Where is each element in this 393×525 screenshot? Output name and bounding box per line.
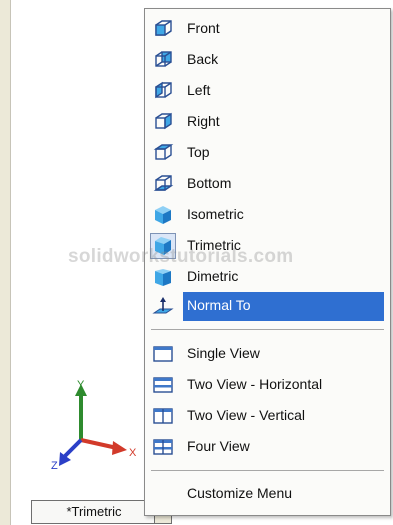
menu-item-left-label: Left — [187, 82, 211, 98]
menu-item-two-view-vertical-label: Two View - Vertical — [187, 407, 306, 423]
menu-item-single-view-label: Single View — [187, 345, 260, 361]
right-view-icon — [155, 112, 172, 130]
isometric-view-icon — [155, 206, 171, 224]
front-view-icon — [155, 20, 172, 36]
four-view-icon — [153, 439, 173, 455]
menu-item-front-label: Front — [187, 20, 220, 36]
menu-item-normal-to[interactable]: Normal To — [145, 291, 390, 321]
bottom-view-icon — [153, 175, 174, 191]
watermark-text: solidworkstutorials.com — [68, 246, 294, 267]
menu-item-back-label: Back — [187, 51, 219, 67]
menu-item-four-view-label: Four View — [187, 438, 250, 454]
back-view-icon — [155, 51, 172, 67]
menu-item-back[interactable]: Back — [145, 45, 390, 74]
top-view-icon — [153, 144, 174, 160]
menu-separator — [151, 470, 384, 471]
triad-x-label: X — [129, 447, 137, 459]
menu-item-isometric-label: Isometric — [187, 206, 244, 222]
menu-item-bottom-label: Bottom — [187, 175, 232, 191]
menu-item-right-label: Right — [187, 113, 220, 129]
normal-to-icon — [152, 297, 174, 314]
menu-item-front[interactable]: Front — [145, 14, 390, 43]
triad-y-label: Y — [77, 379, 85, 391]
menu-item-two-view-horizontal[interactable]: Two View - Horizontal — [145, 370, 390, 399]
menu-item-single-view[interactable]: Single View — [145, 339, 390, 368]
view-tab-trimetric[interactable]: *Trimetric — [31, 500, 157, 524]
menu-item-top-label: Top — [187, 144, 210, 160]
menu-item-two-view-horizontal-label: Two View - Horizontal — [187, 376, 323, 392]
menu-item-customize-menu-label: Customize Menu — [187, 485, 293, 501]
single-view-icon — [153, 346, 173, 362]
menu-item-four-view[interactable]: Four View — [145, 432, 390, 461]
dimetric-view-icon — [155, 269, 171, 286]
menu-item-bottom[interactable]: Bottom — [145, 169, 390, 198]
menu-item-top[interactable]: Top — [145, 138, 390, 167]
left-view-icon — [155, 81, 172, 99]
two-view-vertical-icon — [153, 408, 173, 424]
menu-separator — [151, 329, 384, 330]
menu-item-normal-to-label: Normal To — [187, 297, 251, 313]
reference-triad: Y X Z — [51, 379, 137, 472]
triad-z-label: Z — [51, 460, 58, 472]
left-toolbar-strip — [0, 0, 11, 525]
menu-item-right[interactable]: Right — [145, 107, 390, 136]
menu-item-two-view-vertical[interactable]: Two View - Vertical — [145, 401, 390, 430]
two-view-horizontal-icon — [153, 377, 173, 393]
menu-item-isometric[interactable]: Isometric — [145, 200, 390, 229]
menu-item-left[interactable]: Left — [145, 76, 390, 105]
menu-item-customize-menu[interactable]: Customize Menu — [145, 479, 390, 508]
